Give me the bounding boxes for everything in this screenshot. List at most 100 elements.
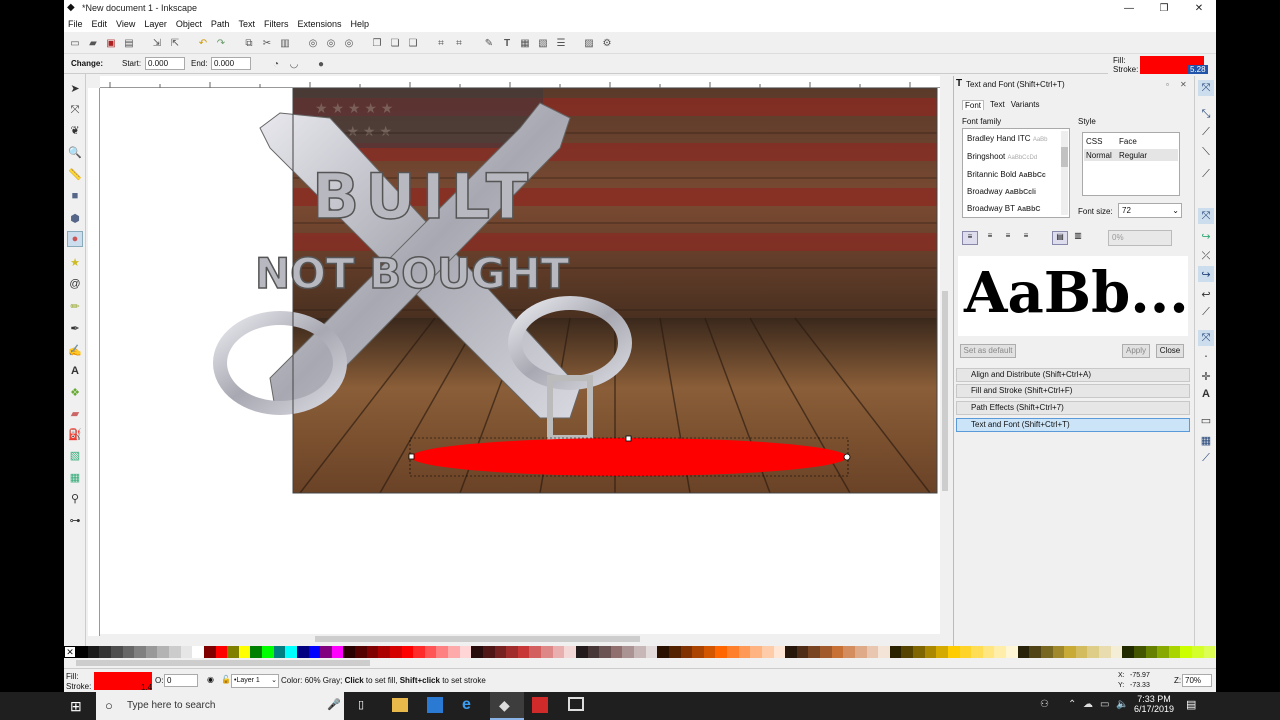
inkscape-task-button[interactable]: ◆ — [490, 692, 524, 720]
no-paint-swatch[interactable]: ✕ — [64, 646, 76, 658]
palette-swatch[interactable] — [1157, 646, 1169, 658]
font-list-scroll-thumb[interactable] — [1061, 147, 1068, 167]
palette-swatch[interactable] — [1006, 646, 1018, 658]
palette-swatch[interactable] — [808, 646, 820, 658]
edge-browser-icon[interactable]: e — [462, 696, 480, 714]
selected-ellipse[interactable] — [411, 438, 847, 476]
align-center-icon[interactable]: ≡ — [982, 231, 998, 245]
palette-swatch[interactable] — [366, 646, 379, 658]
app-red-icon[interactable] — [532, 697, 548, 713]
line-spacing-input[interactable]: 0% — [1108, 230, 1172, 246]
vertical-scrollbar[interactable] — [940, 76, 950, 636]
panel-float-icon[interactable]: ▫ — [1166, 80, 1169, 89]
clock[interactable]: 7:33 PM 6/17/2019 — [1134, 694, 1174, 714]
palette-swatch[interactable] — [506, 646, 518, 658]
pencil-tool-icon[interactable]: ✏ — [67, 298, 83, 314]
horizontal-text-icon[interactable]: ▤ — [1052, 231, 1068, 245]
palette-swatch[interactable] — [599, 646, 611, 658]
zoom-drawing-icon[interactable]: ◎ — [324, 36, 338, 50]
horizontal-scrollbar[interactable] — [100, 634, 940, 644]
file-explorer-icon[interactable] — [392, 698, 408, 712]
menu-edit[interactable]: Edit — [92, 19, 108, 29]
snap-rotation-center-icon[interactable]: ✛ — [1198, 368, 1214, 384]
palette-swatch[interactable] — [924, 646, 937, 658]
copy-icon[interactable]: ⧉ — [242, 36, 256, 50]
undo-icon[interactable]: ↶ — [196, 36, 210, 50]
palette-scroll-thumb[interactable] — [76, 660, 370, 666]
palette-swatch[interactable] — [262, 646, 274, 658]
save-icon[interactable]: ▣ — [104, 36, 118, 50]
palette-swatch[interactable] — [471, 646, 483, 658]
palette-swatch[interactable] — [936, 646, 948, 658]
panel-close-icon[interactable]: ✕ — [1180, 80, 1187, 89]
ellipse-arc-handle[interactable] — [843, 453, 851, 461]
palette-swatch[interactable] — [727, 646, 739, 658]
box3d-tool-icon[interactable]: ⬢ — [67, 210, 83, 226]
palette-swatch[interactable] — [785, 646, 797, 658]
chevron-up-icon[interactable]: ⌃ — [1068, 699, 1076, 710]
palette-swatch[interactable] — [436, 646, 448, 658]
palette-swatch[interactable] — [238, 646, 251, 658]
node-tool-icon[interactable]: ⤧ — [67, 102, 83, 118]
style-row-selected[interactable]: Normal Regular — [1084, 149, 1178, 161]
palette-swatch[interactable] — [552, 646, 565, 658]
palette-swatch[interactable] — [738, 646, 751, 658]
menu-extensions[interactable]: Extensions — [297, 19, 341, 29]
color-palette[interactable]: ✕ — [64, 646, 1216, 658]
palette-swatch[interactable] — [1192, 646, 1204, 658]
menu-text[interactable]: Text — [238, 19, 255, 29]
palette-swatch[interactable] — [378, 646, 390, 658]
align-right-icon[interactable]: ≡ — [1000, 231, 1016, 245]
palette-swatch[interactable] — [250, 646, 262, 658]
spray-tool-icon[interactable]: ❖ — [67, 384, 83, 400]
palette-swatch[interactable] — [680, 646, 693, 658]
palette-swatch[interactable] — [715, 646, 727, 658]
palette-swatch[interactable] — [959, 646, 972, 658]
layer-lock-icon[interactable]: 🔓 — [221, 675, 231, 684]
duplicate-icon[interactable]: ❐ — [370, 36, 384, 50]
zoom-input[interactable]: 70% — [1182, 674, 1212, 687]
menu-layer[interactable]: Layer — [144, 19, 167, 29]
palette-swatch[interactable] — [1075, 646, 1088, 658]
ellipse-tool-icon[interactable]: ● — [67, 231, 83, 247]
palette-swatch[interactable] — [320, 646, 332, 658]
justify-icon[interactable]: ≡ — [1018, 231, 1034, 245]
network-icon[interactable]: ▭ — [1100, 699, 1109, 710]
palette-swatch[interactable] — [529, 646, 541, 658]
palette-swatch[interactable] — [1099, 646, 1111, 658]
align-left-icon[interactable]: ≡ — [962, 231, 978, 245]
palette-swatch[interactable] — [1040, 646, 1053, 658]
palette-swatch[interactable] — [878, 646, 890, 658]
palette-swatch[interactable] — [1052, 646, 1065, 658]
palette-swatch[interactable] — [482, 646, 495, 658]
close-window-button[interactable]: ✕ — [1182, 0, 1216, 16]
xml-editor-icon[interactable]: ▧ — [536, 36, 550, 50]
vertical-text-icon[interactable]: ▥ — [1070, 231, 1086, 245]
palette-swatch[interactable] — [296, 646, 309, 658]
palette-swatch[interactable] — [448, 646, 460, 658]
apply-button[interactable]: Apply — [1122, 344, 1150, 358]
gradient-tool-icon[interactable]: ▧ — [67, 447, 83, 463]
palette-swatch[interactable] — [796, 646, 809, 658]
palette-swatch[interactable] — [215, 646, 228, 658]
snap-bbox-edges-icon[interactable]: ⟋ — [1198, 124, 1214, 140]
palette-swatch[interactable] — [308, 646, 321, 658]
menu-object[interactable]: Object — [176, 19, 202, 29]
font-family-list[interactable]: Bradley Hand ITC AaBb Bringshoot AaBbCcD… — [962, 128, 1070, 218]
paint-bucket-tool-icon[interactable]: ⛽ — [67, 426, 83, 442]
font-item[interactable]: Bradley Hand ITC AaBb — [967, 134, 1062, 143]
palette-swatch[interactable] — [843, 646, 855, 658]
notifications-icon[interactable]: ▤ — [1186, 698, 1196, 711]
panel-align-distribute[interactable]: Align and Distribute (Shift+Ctrl+A) — [956, 368, 1190, 382]
palette-swatch[interactable] — [750, 646, 762, 658]
panel-path-effects[interactable]: Path Effects (Shift+Ctrl+7) — [956, 401, 1190, 415]
palette-swatch[interactable] — [1180, 646, 1192, 658]
palette-swatch[interactable] — [634, 646, 646, 658]
font-list-scrollbar[interactable] — [1061, 131, 1068, 215]
snap-bbox-icon[interactable]: ⤡ — [1198, 106, 1214, 122]
palette-swatch[interactable] — [575, 646, 588, 658]
palette-swatch[interactable] — [1029, 646, 1041, 658]
text-tool-icon[interactable]: A — [67, 363, 83, 379]
snap-bbox-corners-icon[interactable]: ⟍ — [1198, 144, 1214, 160]
panel-fill-stroke[interactable]: Fill and Stroke (Shift+Ctrl+F) — [956, 384, 1190, 398]
